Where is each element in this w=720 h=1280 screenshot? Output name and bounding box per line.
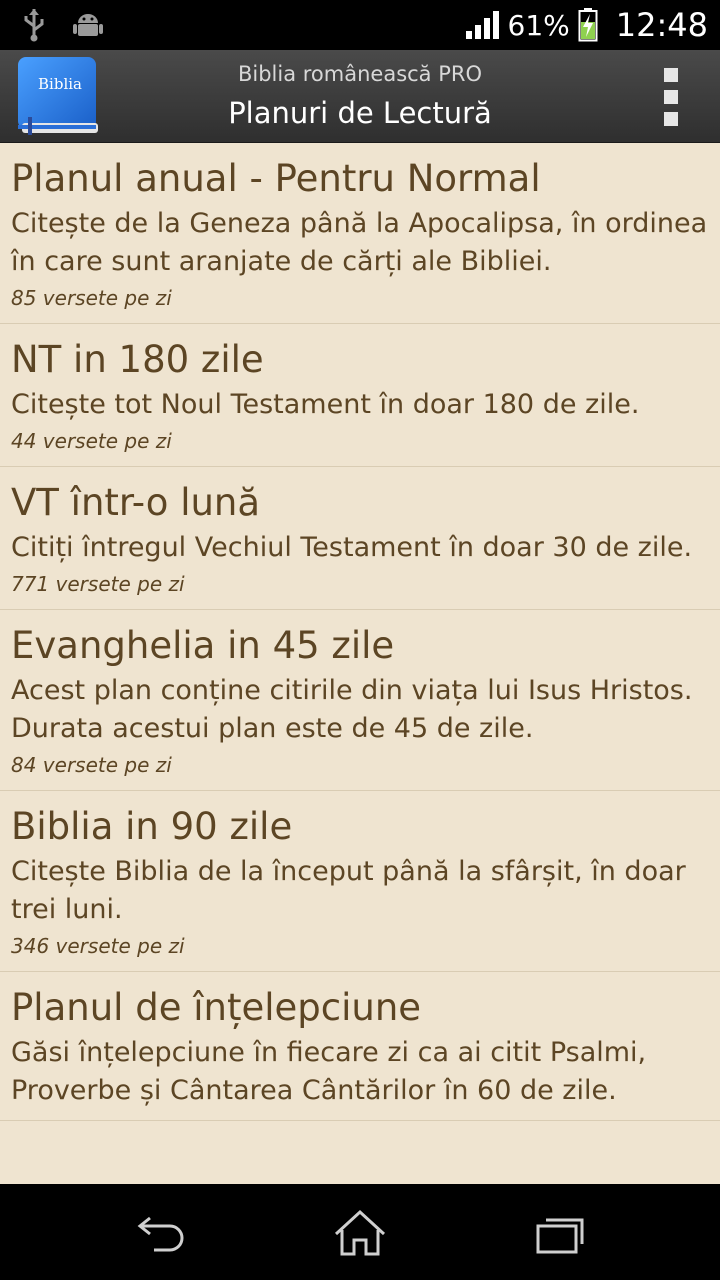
- plan-title: NT in 180 zile: [11, 338, 264, 381]
- plans-list: Planul anual - Pentru Normal Citește de …: [0, 143, 720, 1184]
- status-bar: 61% 12:48: [0, 0, 720, 50]
- plan-verses: 346 versete pe zi: [11, 934, 185, 958]
- plan-description: Acest plan conține citirile din viața lu…: [11, 675, 693, 744]
- plan-title: Biblia in 90 zile: [11, 805, 293, 848]
- plan-description: Citește tot Noul Testament în doar 180 d…: [11, 389, 640, 420]
- app-logo-icon[interactable]: Biblia: [16, 55, 100, 137]
- plan-description: Citește Biblia de la început până la sfâ…: [11, 856, 686, 925]
- page-title: Planuri de Lectură: [228, 96, 492, 130]
- plan-verses: 44 versete pe zi: [11, 429, 172, 453]
- plan-title: VT într-o lună: [11, 481, 261, 524]
- plan-title: Evanghelia in 45 zile: [11, 624, 395, 667]
- plan-verses: 771 versete pe zi: [11, 572, 185, 596]
- list-item[interactable]: Planul de înțelepciune Găsi înțelepciune…: [0, 972, 720, 1121]
- list-item[interactable]: VT într-o lună Citiți întregul Vechiul T…: [0, 467, 720, 610]
- usb-icon: [24, 9, 44, 42]
- home-icon[interactable]: [330, 1208, 390, 1258]
- back-icon[interactable]: [132, 1208, 192, 1258]
- navigation-bar: [0, 1184, 720, 1280]
- action-bar: Biblia Biblia românească PRO Planuri de …: [0, 50, 720, 143]
- plan-verses: 84 versete pe zi: [11, 753, 172, 777]
- battery-charging-icon: [578, 8, 598, 42]
- list-item[interactable]: NT in 180 zile Citește tot Noul Testamen…: [0, 324, 720, 467]
- plan-title: Planul de înțelepciune: [11, 986, 422, 1029]
- plan-description: Găsi înțelepciune în fiecare zi ca ai ci…: [11, 1037, 647, 1106]
- plan-verses: 85 versete pe zi: [11, 286, 172, 310]
- list-item[interactable]: Evanghelia in 45 zile Acest plan conține…: [0, 610, 720, 791]
- plan-description: Citiți întregul Vechiul Testament în doa…: [11, 532, 693, 563]
- overflow-menu-icon[interactable]: [660, 68, 682, 126]
- list-item[interactable]: Planul anual - Pentru Normal Citește de …: [0, 143, 720, 324]
- plan-title: Planul anual - Pentru Normal: [11, 157, 541, 200]
- list-item[interactable]: Biblia in 90 zile Citește Biblia de la î…: [0, 791, 720, 972]
- app-logo-text: Biblia: [38, 75, 82, 93]
- plan-description: Citește de la Geneza până la Apocalipsa,…: [11, 208, 708, 277]
- signal-icon: [465, 11, 499, 39]
- app-subtitle: Biblia românească PRO: [237, 62, 483, 86]
- recent-apps-icon[interactable]: [530, 1208, 590, 1258]
- android-debug-icon: [73, 14, 103, 36]
- clock: 12:48: [615, 6, 708, 44]
- battery-percent: 61%: [507, 8, 570, 42]
